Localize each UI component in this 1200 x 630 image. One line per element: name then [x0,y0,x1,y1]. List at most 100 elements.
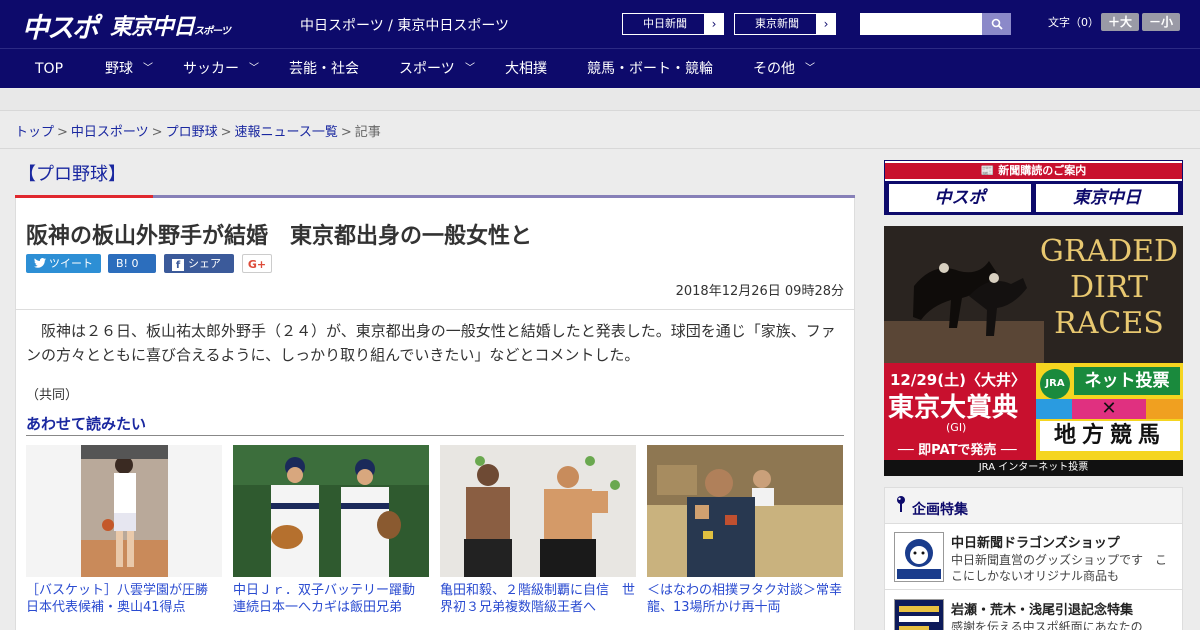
breadcrumb-current: 記事 [354,125,381,140]
nav-soccer[interactable]: サッカー ﹀ [183,49,268,89]
feature-item-title[interactable]: 中日新聞ドラゴンズショップ [951,532,1120,551]
search-icon [991,18,1003,30]
tokyo-shimbun-label: 東京新聞 [755,17,799,30]
article-divider [16,309,854,310]
nav-top[interactable]: TOP [35,49,63,89]
ad-race-name: 東京大賞典 [888,393,1019,423]
feature-item-title[interactable]: 岩瀬・荒木・浅尾引退記念特集 [951,599,1133,618]
related-caption[interactable]: 亀田和毅、２階級制覇に自信 世界初３兄弟複数階級王者へ [440,582,636,616]
related-thumb-baseball[interactable] [233,445,429,577]
ad-net-vote: ネット投票 [1074,367,1180,395]
breadcrumb-separator: > [220,125,232,140]
sumo-photo [647,445,843,577]
related-rule [26,435,844,436]
chevron-right-icon: › [816,13,836,35]
google-plus-button[interactable]: G+ [242,254,272,273]
breadcrumb-news-list[interactable]: 速報ニュース一覧 [235,125,338,140]
top-header: 中スポ 東京中日スポーツ 中日スポーツ / 東京中日スポーツ 中日新聞 › 東京… [0,0,1200,48]
breadcrumb-separator: > [151,125,163,140]
site-name[interactable]: 中日スポーツ / 東京中日スポーツ [300,15,509,35]
article-body: 阪神は２６日、板山祐太郎外野手（２４）が、東京都出身の一般女性と結婚したと発表し… [26,322,836,364]
ad-footer: JRA インターネット投票 [884,460,1183,476]
related-caption[interactable]: ［バスケット］八雲学園が圧勝 日本代表候補・奥山41得点 [26,582,222,616]
feature-title: 企画特集 [912,502,968,518]
nav-label: 競馬・ボート・競輪 [587,61,713,77]
jra-logo: JRA [1040,369,1070,399]
tokyo-chunichi-logo[interactable]: 東京中日スポーツ [110,9,231,41]
nav-sports[interactable]: スポーツ ﹀ [399,49,494,89]
ad-net-panel: ✕ JRA ネット投票 地方競馬 [1036,363,1183,460]
basketball-photo [26,445,222,577]
search-button[interactable] [982,13,1011,35]
facebook-icon: f [172,259,184,271]
category-label: 【プロ野球】 [18,164,126,185]
feature-item-retirement[interactable]: 岩瀬・荒木・浅尾引退記念特集 感謝を伝える中スポ紙面にあなたの [885,591,1182,630]
breadcrumb-top[interactable]: トップ [15,125,54,140]
font-smaller-button[interactable]: －小 [1142,13,1180,31]
nav-baseball[interactable]: 野球 ﹀ [105,49,165,89]
subscription-title-text: 新聞購読のご案内 [998,164,1087,177]
subscribe-chuspo-button[interactable]: 中スポ [889,184,1031,212]
related-card[interactable]: ［バスケット］八雲学園が圧勝 日本代表候補・奥山41得点 [26,445,222,616]
svg-text:✕: ✕ [1101,398,1116,419]
tokyo-shimbun-link[interactable]: 東京新聞 › [734,13,836,35]
related-card[interactable]: 亀田和毅、２階級制覇に自信 世界初３兄弟複数階級王者へ [440,445,636,616]
nav-label: 芸能・社会 [289,61,359,77]
article-date: 2018年12月26日 09時28分 [675,284,844,299]
nav-label: その他 [753,61,795,77]
breadcrumb: トップ > 中日スポーツ > プロ野球 > 速報ニュース一覧 > 記事 [15,121,381,140]
subscription-header: 📰 新聞購読のご案内 [885,161,1182,181]
chuspo-logo[interactable]: 中スポ [22,6,99,45]
feature-item-desc: 中日新聞直営のグッズショップです ここにしかないオリジナル商品も [951,553,1168,583]
jra-advertisement[interactable]: GRADED DIRT RACES 12/29(土)〈大井〉 東京大賞典 (GI… [884,226,1183,476]
tokyo-logo-text: 東京中日 [110,15,195,40]
nav-entertainment[interactable]: 芸能・社会 [289,49,359,89]
nav-other[interactable]: その他 ﹀ [753,49,823,89]
font-size-label: 文字（0） [1048,16,1099,29]
tokyo-logo-sub: スポーツ [194,26,231,37]
related-thumb-boxing[interactable] [440,445,636,577]
chevron-down-icon: ﹀ [249,63,259,74]
pin-icon [895,495,907,517]
nav-sumo[interactable]: 大相撲 [505,49,547,89]
related-caption[interactable]: 中日Ｊｒ．双子バッテリー躍動 連続日本一へカギは飯田兄弟 [233,582,429,616]
breadcrumb-pro-baseball[interactable]: プロ野球 [166,125,218,140]
article-headline: 阪神の板山外野手が結婚 東京都出身の一般女性と [26,224,533,249]
facebook-share-button[interactable]: f シェア 0 [164,254,234,289]
feature-item-dragons-shop[interactable]: 中日新聞ドラゴンズショップ 中日新聞直営のグッズショップです ここにしかないオリ… [885,524,1182,590]
subscribe-tokyo-button[interactable]: 東京中日 [1036,184,1178,212]
main-nav: TOP 野球 ﹀ サッカー ﹀ 芸能・社会 スポーツ ﹀ 大相撲 競馬・ボート・競輪 … [0,48,1200,88]
nav-label: 大相撲 [505,61,547,77]
nav-label: 野球 [105,61,133,77]
feature-item-desc: 感謝を伝える中スポ紙面にあなたの [951,620,1143,630]
feature-header: 企画特集 [885,488,1182,524]
search-input[interactable] [860,13,982,35]
related-card[interactable]: 中日Ｊｒ．双子バッテリー躍動 連続日本一へカギは飯田兄弟 [233,445,429,616]
chunichi-shimbun-link[interactable]: 中日新聞 › [622,13,724,35]
related-thumb-sumo[interactable] [647,445,843,577]
nav-racing[interactable]: 競馬・ボート・競輪 [587,49,713,89]
related-card[interactable]: ＜はなわの相撲ヲタク対談＞常幸龍、13場所かけ再十両 [647,445,843,616]
tweet-button[interactable]: ツイート [26,254,101,273]
ad-race-panel: 12/29(土)〈大井〉 東京大賞典 (GI) ── 即PATで発売 ── [884,363,1036,460]
ad-chiho-keiba: 地方競馬 [1040,421,1180,451]
tweet-label: ツイート [49,257,93,270]
chunichi-shimbun-label: 中日新聞 [643,17,687,30]
nav-label: TOP [35,61,64,77]
font-larger-button[interactable]: ＋大 [1101,13,1139,31]
nav-label: サッカー [183,61,239,77]
hatena-bookmark-button[interactable]: B! 0 [108,254,156,273]
newspaper-icon: 📰 [980,164,995,177]
breadcrumb-chunichi-sports[interactable]: 中日スポーツ [71,125,149,140]
breadcrumb-divider [0,148,1200,149]
article: 阪神の板山外野手が結婚 東京都出身の一般女性と ツイート B! 0 f シェア 0… [15,198,855,630]
related-thumb-basketball[interactable] [26,445,222,577]
breadcrumb-separator: > [57,125,68,140]
article-credit: （共同） [26,388,79,403]
chevron-down-icon: ﹀ [143,63,153,74]
sub-strip [0,89,1200,111]
ad-pat-text: ── 即PATで発売 ── [898,443,1017,458]
boxing-photo [440,445,636,577]
related-caption[interactable]: ＜はなわの相撲ヲタク対談＞常幸龍、13場所かけ再十両 [647,582,843,616]
ad-title: GRADED DIRT RACES [1039,234,1179,341]
